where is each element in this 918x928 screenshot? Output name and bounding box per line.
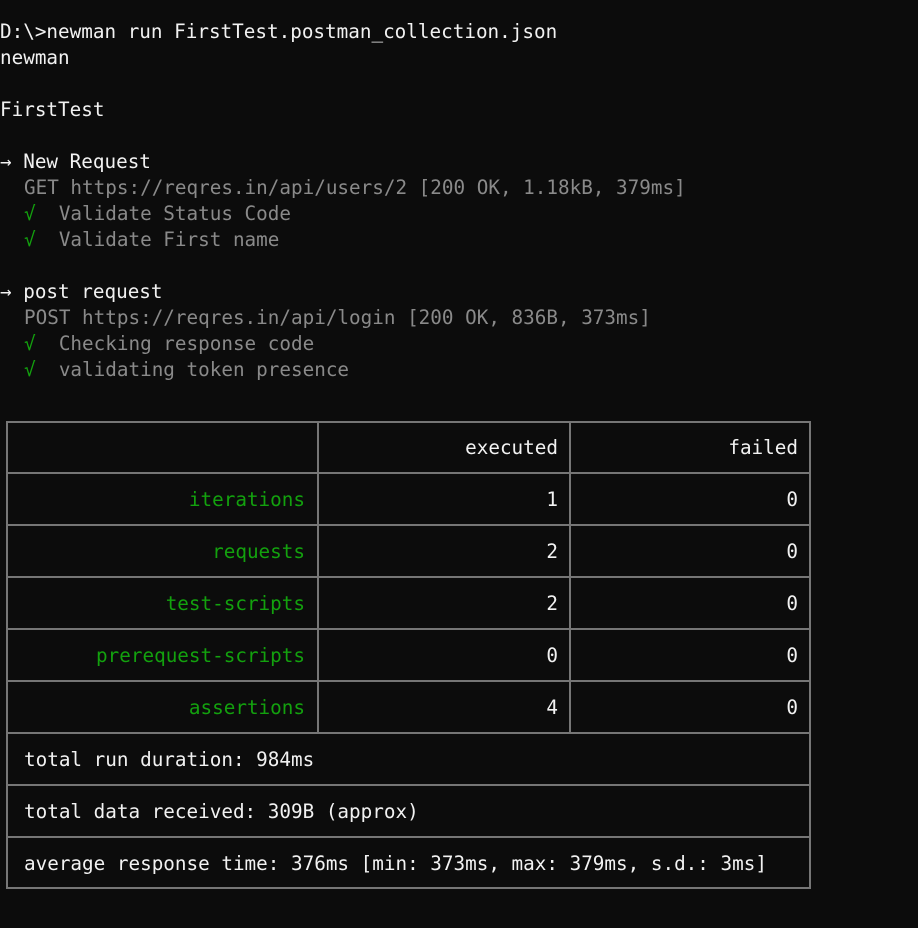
check-icon: √ [24,358,36,381]
table-border [569,421,571,734]
assertion-label: Validate Status Code [58,202,291,225]
row-label-test-scripts: test-scripts [165,592,305,615]
request-detail: GET https://reqres.in/api/users/2 [200 O… [24,176,686,199]
total-data-received: total data received: 309B (approx) [24,800,419,823]
row-executed: 1 [546,488,558,511]
assertion-line: √ Checking response code [24,331,314,357]
command-line: D:\>newman run FirstTest.postman_collect… [0,20,558,43]
assertion-line: √ Validate First name [24,227,279,253]
assertion-label: Checking response code [58,332,315,355]
summary-table: executed failed iterations 1 0 requests … [6,421,811,889]
assertion-label: Validate First name [58,228,280,251]
table-border [809,421,811,889]
row-failed: 0 [786,644,798,667]
check-icon: √ [24,228,36,251]
request-name: post request [23,280,163,303]
tool-name: newman [0,46,70,69]
row-label-assertions: assertions [188,696,305,719]
request-header: → post request [0,279,163,305]
check-icon: √ [24,332,36,355]
row-label-iterations: iterations [188,488,305,511]
request-name: New Request [23,150,151,173]
table-header-blank [8,422,305,474]
assertion-label: validating token presence [58,358,350,381]
row-failed: 0 [786,592,798,615]
row-executed: 2 [546,592,558,615]
assertion-line: √ Validate Status Code [24,201,291,227]
row-label-requests: requests [212,540,305,563]
request-detail: POST https://reqres.in/api/login [200 OK… [24,306,651,329]
table-header-failed: failed [728,436,798,459]
row-failed: 0 [786,696,798,719]
assertion-line: √ validating token presence [24,357,349,383]
collection-name: FirstTest [0,98,105,121]
table-header-executed: executed [465,436,558,459]
check-icon: √ [24,202,36,225]
row-executed: 4 [546,696,558,719]
row-failed: 0 [786,488,798,511]
arrow-icon: → [0,150,12,173]
row-executed: 0 [546,644,558,667]
total-run-duration: total run duration: 984ms [24,748,315,771]
table-border [317,421,319,734]
request-header: → New Request [0,149,151,175]
row-failed: 0 [786,540,798,563]
average-response-time: average response time: 376ms [min: 373ms… [24,852,767,875]
arrow-icon: → [0,280,12,303]
row-executed: 2 [546,540,558,563]
row-label-prerequest-scripts: prerequest-scripts [96,644,305,667]
